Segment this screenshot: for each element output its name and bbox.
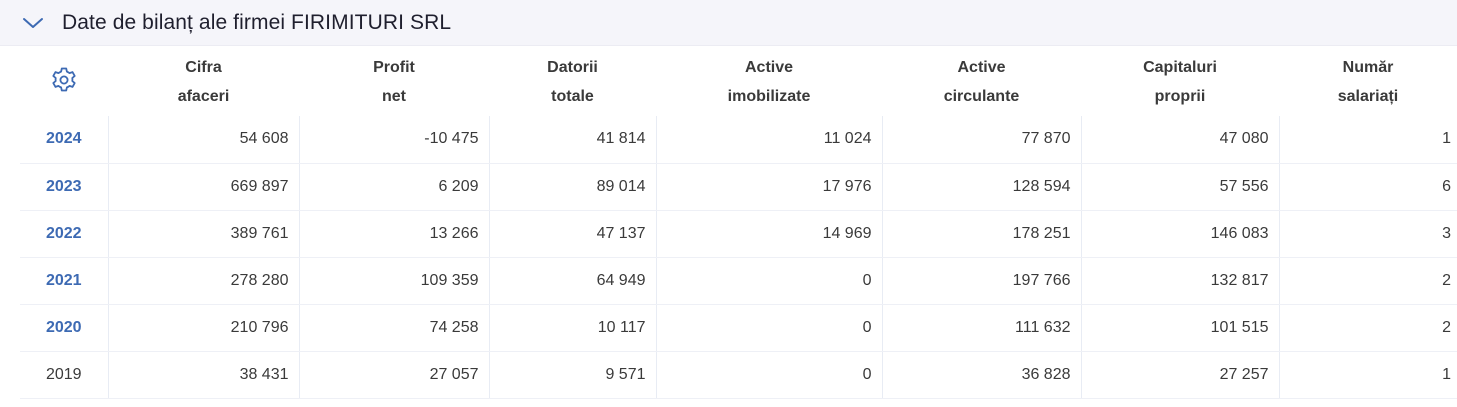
year-link[interactable]: 2024 (20, 116, 108, 164)
balance-table-container: Cifra afaceri Profit net Datorii totale Act… (0, 46, 1457, 407)
gear-icon[interactable] (49, 65, 79, 95)
cell-active-circulante: 77 870 (881, 116, 1081, 164)
cell-datorii-totale: 10 117 (488, 304, 656, 352)
cell-profit-net: 6 209 (298, 163, 489, 211)
cell-profit-net: 74 258 (298, 304, 489, 352)
cell-datorii-totale: 89 014 (488, 163, 656, 211)
table-row: 2021 278 280 109 359 64 949 0 197 766 13… (20, 257, 1457, 305)
year-link[interactable]: 2020 (20, 304, 108, 352)
header-profit-net[interactable]: Profit net (299, 46, 489, 116)
header-datorii-totale[interactable]: Datorii totale (489, 46, 656, 116)
cell-datorii-totale: 47 137 (488, 210, 656, 258)
chevron-down-icon[interactable] (22, 12, 44, 34)
cell-cifra-afaceri: 54 608 (107, 116, 299, 164)
header-numar-salariati[interactable]: Număr salariați (1279, 46, 1457, 116)
cell-capitaluri-proprii: 47 080 (1080, 116, 1279, 164)
cell-numar-salariati: 1 (1278, 351, 1457, 399)
header-capitaluri-proprii[interactable]: Capitaluri proprii (1081, 46, 1279, 116)
table-row: 2022 389 761 13 266 47 137 14 969 178 25… (20, 210, 1457, 258)
cell-capitaluri-proprii: 146 083 (1080, 210, 1279, 258)
cell-active-circulante: 197 766 (881, 257, 1081, 305)
header-active-imobilizate[interactable]: Active imobilizate (656, 46, 882, 116)
cell-cifra-afaceri: 278 280 (107, 257, 299, 305)
cell-active-circulante: 111 632 (881, 304, 1081, 352)
panel-header[interactable]: Date de bilanț ale firmei FIRIMITURI SRL (0, 0, 1457, 46)
header-active-circulante[interactable]: Active circulante (882, 46, 1081, 116)
year-link[interactable]: 2022 (20, 210, 108, 258)
cell-capitaluri-proprii: 101 515 (1080, 304, 1279, 352)
cell-active-imobilizate: 0 (655, 351, 882, 399)
cell-cifra-afaceri: 669 897 (107, 163, 299, 211)
cell-cifra-afaceri: 38 431 (107, 351, 299, 399)
cell-profit-net: 27 057 (298, 351, 489, 399)
table-row: 2019 38 431 27 057 9 571 0 36 828 27 257… (20, 351, 1457, 399)
table-row: 2024 54 608 -10 475 41 814 11 024 77 870… (20, 116, 1457, 164)
cell-active-circulante: 128 594 (881, 163, 1081, 211)
cell-active-imobilizate: 11 024 (655, 116, 882, 164)
cell-active-circulante: 36 828 (881, 351, 1081, 399)
cell-numar-salariati: 6 (1278, 163, 1457, 211)
cell-cifra-afaceri: 389 761 (107, 210, 299, 258)
cell-profit-net: 13 266 (298, 210, 489, 258)
year-label: 2019 (20, 351, 108, 399)
year-link[interactable]: 2021 (20, 257, 108, 305)
cell-datorii-totale: 9 571 (488, 351, 656, 399)
cell-numar-salariati: 1 (1278, 116, 1457, 164)
balance-table: Cifra afaceri Profit net Datorii totale Act… (20, 46, 1457, 399)
cell-numar-salariati: 3 (1278, 210, 1457, 258)
cell-active-circulante: 178 251 (881, 210, 1081, 258)
cell-datorii-totale: 41 814 (488, 116, 656, 164)
cell-cifra-afaceri: 210 796 (107, 304, 299, 352)
year-link[interactable]: 2023 (20, 163, 108, 211)
cell-active-imobilizate: 0 (655, 304, 882, 352)
table-header-row: Cifra afaceri Profit net Datorii totale Act… (20, 46, 1457, 116)
cell-active-imobilizate: 14 969 (655, 210, 882, 258)
table-row: 2020 210 796 74 258 10 117 0 111 632 101… (20, 304, 1457, 352)
header-cifra-afaceri[interactable]: Cifra afaceri (108, 46, 299, 116)
cell-numar-salariati: 2 (1278, 257, 1457, 305)
cell-datorii-totale: 64 949 (488, 257, 656, 305)
cell-active-imobilizate: 17 976 (655, 163, 882, 211)
cell-capitaluri-proprii: 57 556 (1080, 163, 1279, 211)
cell-numar-salariati: 2 (1278, 304, 1457, 352)
table-row: 2023 669 897 6 209 89 014 17 976 128 594… (20, 163, 1457, 211)
panel-title: Date de bilanț ale firmei FIRIMITURI SRL (62, 10, 452, 34)
cell-capitaluri-proprii: 132 817 (1080, 257, 1279, 305)
cell-capitaluri-proprii: 27 257 (1080, 351, 1279, 399)
table-body: 2024 54 608 -10 475 41 814 11 024 77 870… (20, 116, 1457, 399)
settings-header-cell (20, 46, 108, 116)
cell-profit-net: -10 475 (298, 116, 489, 164)
cell-profit-net: 109 359 (298, 257, 489, 305)
cell-active-imobilizate: 0 (655, 257, 882, 305)
